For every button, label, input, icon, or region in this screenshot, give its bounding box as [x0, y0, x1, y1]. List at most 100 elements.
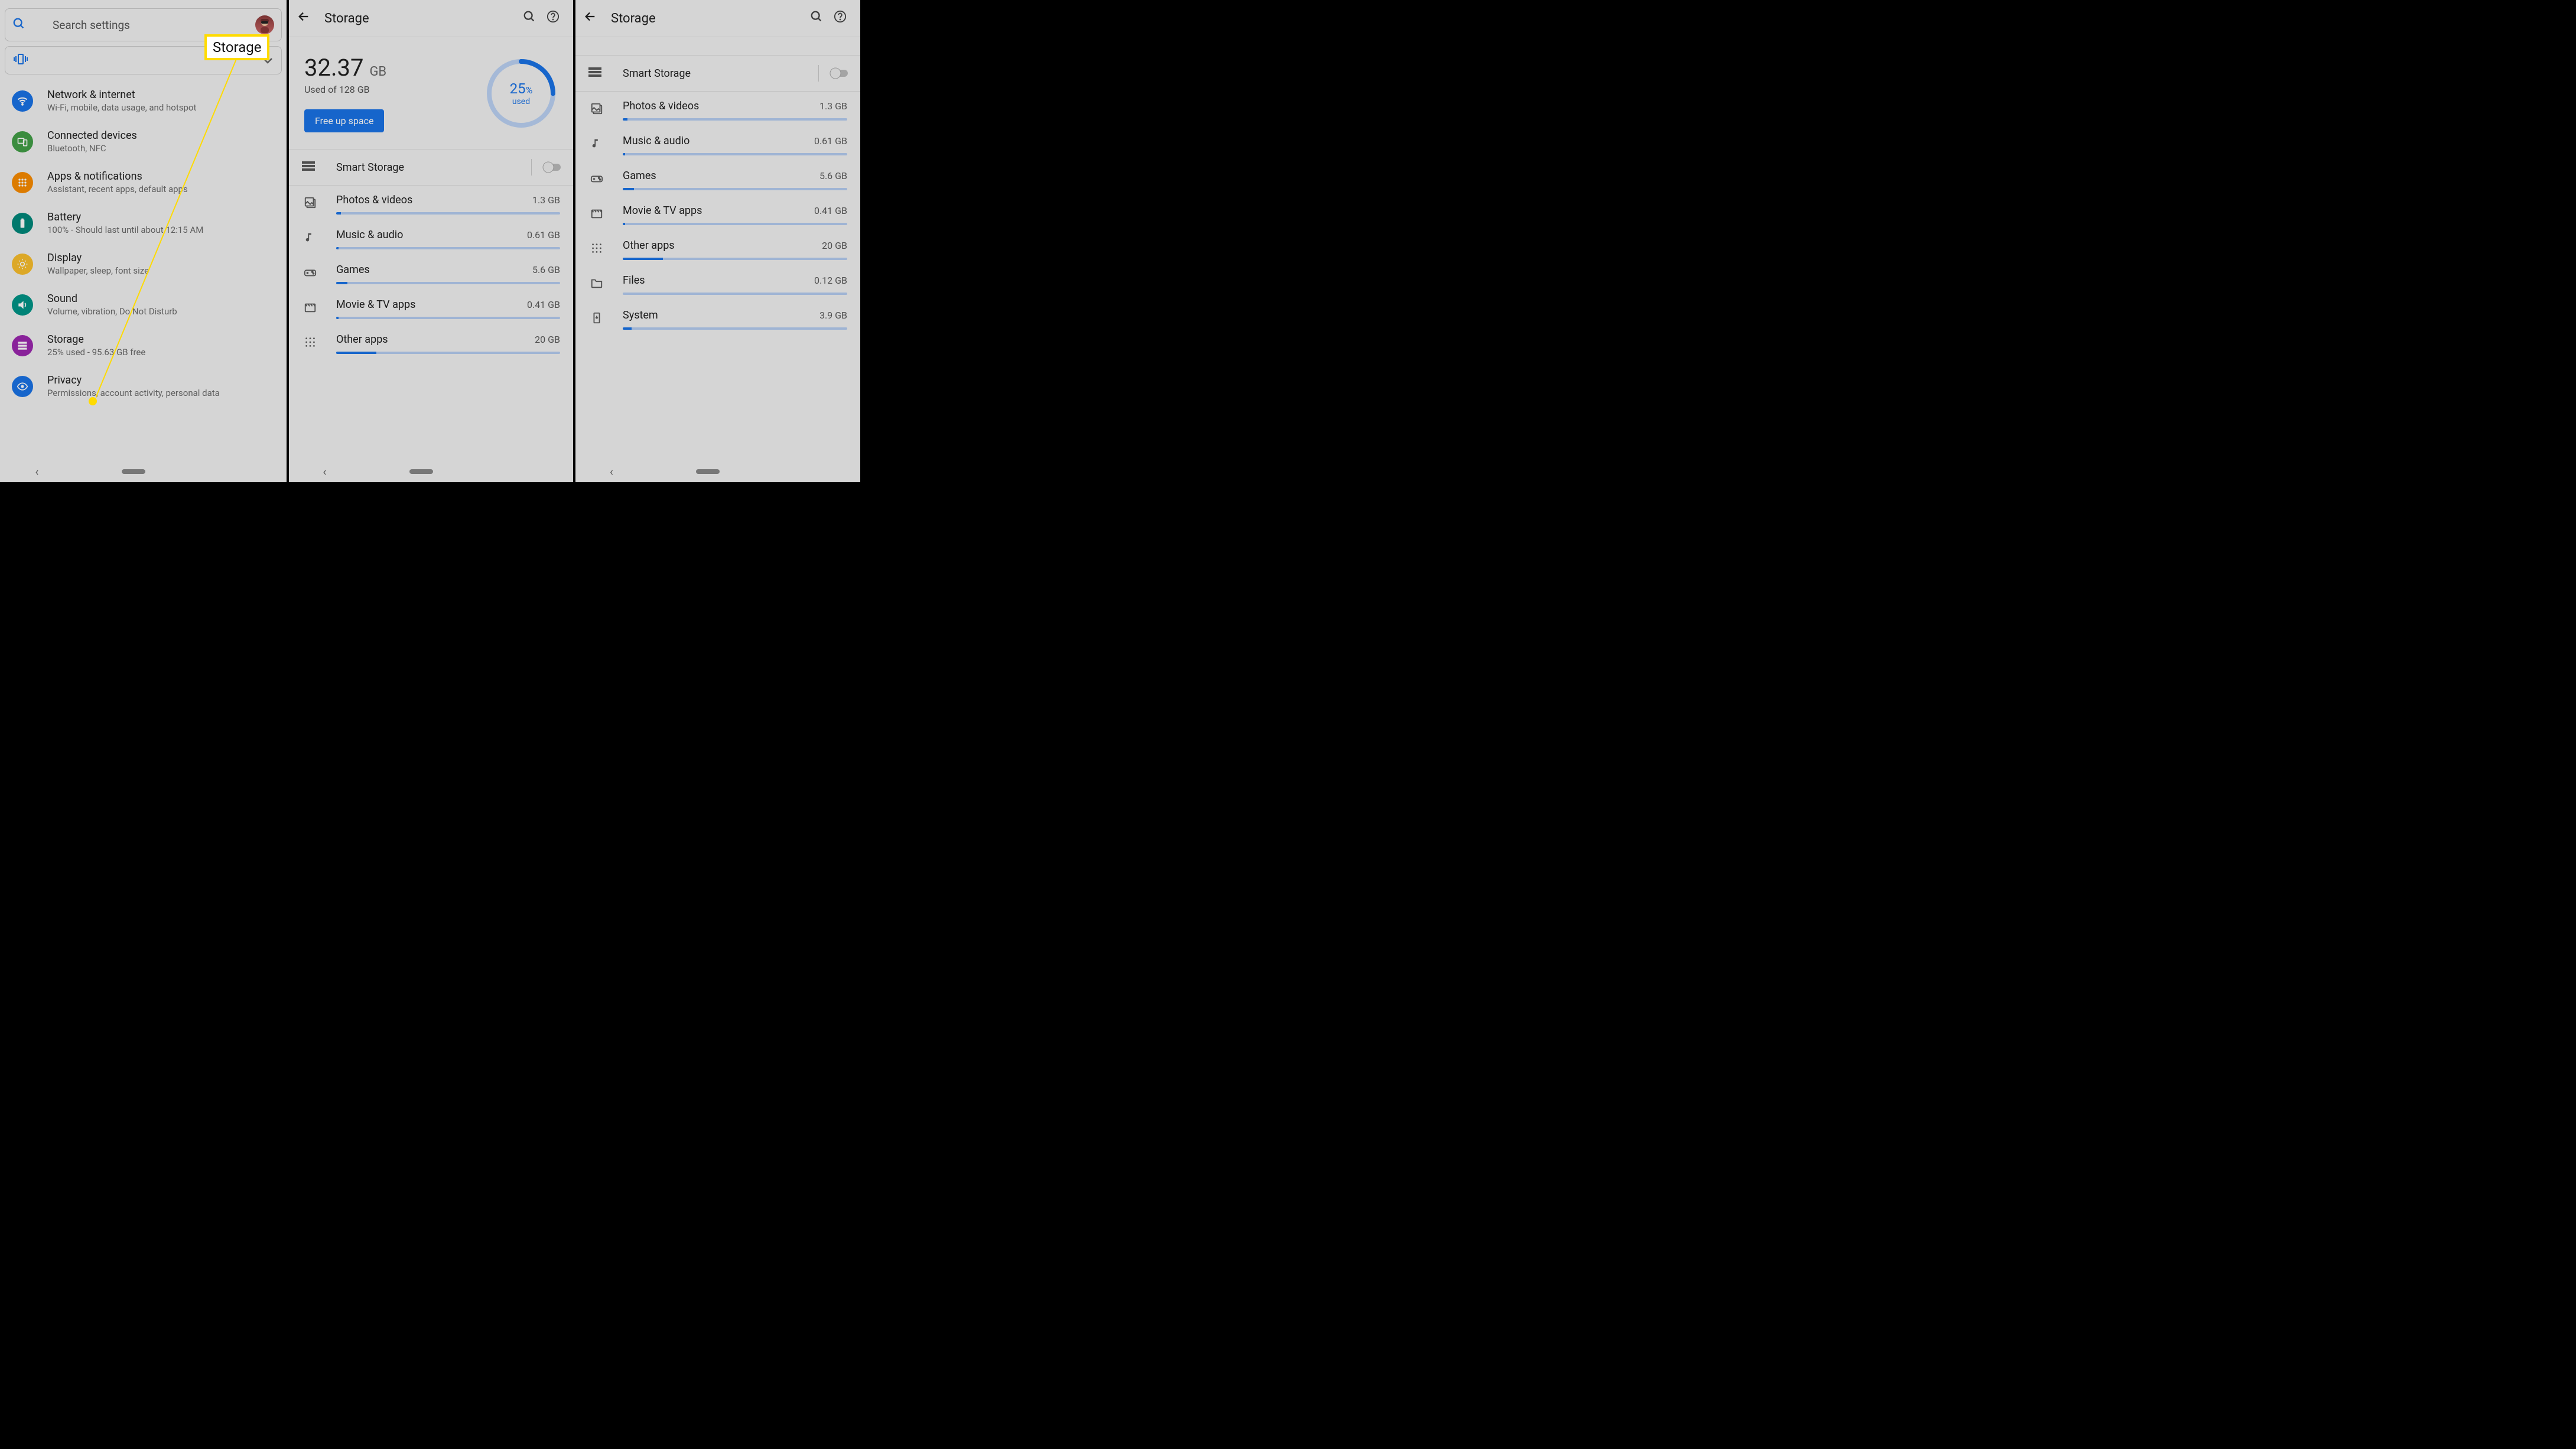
category-bar [623, 153, 847, 155]
smart-storage-row[interactable]: Smart Storage [289, 149, 573, 186]
back-button[interactable] [297, 10, 321, 27]
storage-category-music-audio[interactable]: Music & audio0.61 GB [575, 126, 860, 161]
category-amount: 0.41 GB [814, 205, 847, 216]
nav-back-icon[interactable]: ‹ [610, 464, 613, 479]
page-title: Storage [611, 11, 805, 26]
battery-icon [12, 213, 33, 234]
smart-storage-label: Smart Storage [336, 161, 522, 174]
storage-category-music-audio[interactable]: Music & audio0.61 GB [289, 220, 573, 255]
storage-callout: Storage [204, 34, 269, 60]
nav-home-pill[interactable] [122, 469, 145, 474]
category-bar [623, 258, 847, 260]
search-icon[interactable] [805, 10, 828, 27]
category-amount: 0.61 GB [814, 135, 847, 147]
storage-category-games[interactable]: Games5.6 GB [575, 161, 860, 196]
vibrate-icon [14, 53, 28, 68]
category-amount: 0.41 GB [527, 299, 560, 310]
smart-storage-row[interactable]: Smart Storage [575, 55, 860, 92]
nav-back-icon[interactable]: ‹ [35, 464, 38, 479]
smart-storage-label: Smart Storage [623, 67, 809, 80]
settings-row-network-internet[interactable]: Network & internetWi-Fi, mobile, data us… [0, 80, 287, 121]
category-amount: 0.12 GB [814, 275, 847, 286]
category-bar [336, 282, 560, 284]
category-bar [623, 118, 847, 121]
android-navbar: ‹ [0, 461, 287, 482]
storage-bars-icon [588, 66, 605, 80]
nav-home-pill[interactable] [696, 469, 720, 474]
storage-category-photos-videos[interactable]: Photos & videos1.3 GB [575, 92, 860, 126]
category-bar [623, 327, 847, 330]
row-title: Network & internet [47, 89, 277, 101]
category-title: Music & audio [336, 229, 527, 241]
page-title: Storage [324, 11, 518, 26]
category-title: Movie & TV apps [336, 298, 527, 311]
search-icon[interactable] [518, 10, 541, 27]
row-title: Display [47, 252, 277, 264]
storage-category-movie-tv-apps[interactable]: Movie & TV apps0.41 GB [289, 290, 573, 325]
category-title: Games [623, 170, 819, 182]
storage-category-system[interactable]: System3.9 GB [575, 301, 860, 336]
category-amount: 1.3 GB [532, 194, 560, 206]
devices-icon [12, 131, 33, 152]
storage-category-other-apps[interactable]: Other apps20 GB [575, 231, 860, 266]
smart-storage-toggle[interactable] [828, 67, 852, 79]
storage-summary: 32.37 GB Used of 128 GB Free up space 25… [289, 37, 573, 149]
brightness-icon [12, 254, 33, 275]
usage-percent: 25 [510, 80, 526, 97]
storage-category-photos-videos[interactable]: Photos & videos1.3 GB [289, 186, 573, 220]
storage-category-movie-tv-apps[interactable]: Movie & TV apps0.41 GB [575, 196, 860, 231]
category-bar [623, 188, 847, 190]
row-subtitle: 25% used - 95.63 GB free [47, 347, 277, 358]
search-icon [12, 17, 25, 33]
row-title: Connected devices [47, 129, 277, 142]
other-icon [588, 242, 605, 258]
row-title: Sound [47, 293, 277, 305]
android-navbar: ‹ [575, 461, 860, 482]
storage-category-other-apps[interactable]: Other apps20 GB [289, 325, 573, 360]
help-icon[interactable] [541, 10, 565, 27]
settings-row-storage[interactable]: Storage25% used - 95.63 GB free [0, 325, 287, 366]
storage-category-files[interactable]: Files0.12 GB [575, 266, 860, 301]
storage-category-games[interactable]: Games5.6 GB [289, 255, 573, 290]
category-amount: 3.9 GB [819, 310, 847, 321]
usage-ring: 25% used [484, 57, 558, 130]
settings-row-connected-devices[interactable]: Connected devicesBluetooth, NFC [0, 121, 287, 162]
category-amount: 20 GB [822, 240, 847, 251]
used-label: used [512, 97, 530, 106]
games-icon [588, 172, 605, 188]
category-title: Photos & videos [623, 100, 819, 112]
settings-row-battery[interactable]: Battery100% - Should last until about 12… [0, 203, 287, 243]
profile-avatar[interactable] [255, 15, 274, 34]
category-title: Music & audio [623, 135, 814, 147]
category-title: Other apps [336, 333, 535, 346]
row-title: Storage [47, 333, 277, 346]
category-bar [336, 317, 560, 319]
movie-icon [588, 207, 605, 223]
category-title: Games [336, 264, 532, 276]
nav-home-pill[interactable] [409, 469, 433, 474]
category-title: Movie & TV apps [623, 204, 814, 217]
settings-row-sound[interactable]: SoundVolume, vibration, Do Not Disturb [0, 284, 287, 325]
category-title: System [623, 309, 819, 321]
music-icon [302, 231, 318, 247]
percent-symbol: % [526, 85, 533, 96]
storage-icon [12, 335, 33, 356]
privacy-icon [12, 376, 33, 397]
settings-row-apps-notifications[interactable]: Apps & notificationsAssistant, recent ap… [0, 162, 287, 203]
category-bar [336, 247, 560, 249]
nav-back-icon[interactable]: ‹ [323, 464, 326, 479]
settings-row-privacy[interactable]: PrivacyPermissions, account activity, pe… [0, 366, 287, 407]
settings-row-display[interactable]: DisplayWallpaper, sleep, font size [0, 243, 287, 284]
games-icon [302, 266, 318, 282]
help-icon[interactable] [828, 10, 852, 27]
category-bar [623, 223, 847, 225]
row-title: Battery [47, 211, 277, 223]
files-icon [588, 277, 605, 293]
wifi-icon [12, 90, 33, 112]
back-button[interactable] [584, 10, 607, 27]
movie-icon [302, 301, 318, 317]
free-up-space-button[interactable]: Free up space [304, 109, 384, 132]
category-title: Photos & videos [336, 194, 532, 206]
smart-storage-toggle[interactable] [541, 161, 565, 173]
callout-pointer-dot [89, 397, 97, 405]
